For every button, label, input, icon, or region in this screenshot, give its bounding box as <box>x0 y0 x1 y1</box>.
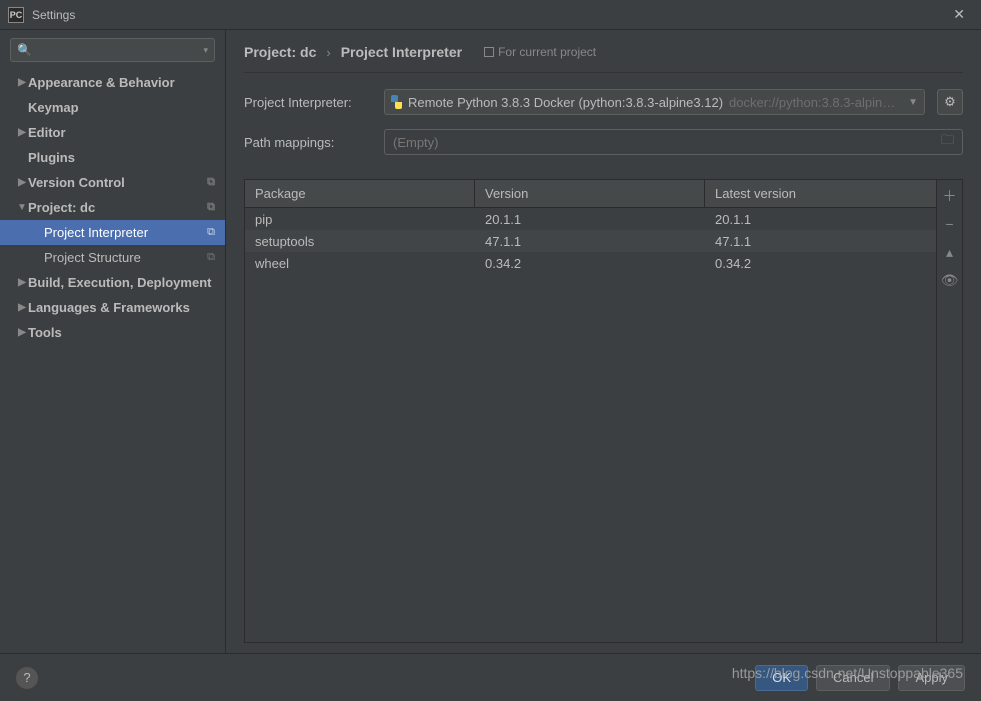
sidebar-item-label: Version Control <box>28 175 125 190</box>
table-row[interactable]: wheel0.34.20.34.2 <box>245 252 936 274</box>
sidebar-item-vcs[interactable]: ▶ Version Control ⧉ <box>0 170 225 195</box>
chevron-down-icon: ▾ <box>203 45 208 56</box>
interpreter-settings-button[interactable]: ⚙ <box>937 89 963 115</box>
titlebar: PC Settings ✕ <box>0 0 981 30</box>
col-version[interactable]: Version <box>475 180 705 207</box>
cell-version: 47.1.1 <box>475 232 705 251</box>
copy-icon: ⧉ <box>207 226 215 239</box>
breadcrumb-sep: › <box>326 45 330 60</box>
sidebar-item-tools[interactable]: ▶ Tools <box>0 320 225 345</box>
show-early-releases-button[interactable]: 👁 <box>940 270 960 290</box>
sidebar-item-appearance[interactable]: ▶ Appearance & Behavior <box>0 70 225 95</box>
settings-sidebar: 🔍 ▾ ▶ Appearance & Behavior Keymap ▶ Edi… <box>0 30 226 653</box>
search-icon: 🔍 <box>17 43 32 57</box>
table-header: Package Version Latest version <box>245 180 936 208</box>
caret-down-icon: ▼ <box>16 202 28 213</box>
cell-package: wheel <box>245 254 475 273</box>
breadcrumb-parent[interactable]: Project: dc <box>244 44 316 60</box>
interpreter-select[interactable]: Remote Python 3.8.3 Docker (python:3.8.3… <box>384 89 925 115</box>
caret-right-icon: ▶ <box>16 127 28 138</box>
sidebar-item-editor[interactable]: ▶ Editor <box>0 120 225 145</box>
search-input-wrap[interactable]: 🔍 ▾ <box>10 38 215 62</box>
cell-version: 0.34.2 <box>475 254 705 273</box>
caret-right-icon: ▶ <box>16 277 28 288</box>
sidebar-item-label: Build, Execution, Deployment <box>28 275 211 290</box>
sidebar-item-plugins[interactable]: Plugins <box>0 145 225 170</box>
add-package-button[interactable]: ＋ <box>940 186 960 206</box>
close-icon[interactable]: ✕ <box>945 2 973 27</box>
path-mappings-input[interactable]: (Empty) 🗀 <box>384 129 963 155</box>
packages-table: Package Version Latest version pip20.1.1… <box>244 179 963 643</box>
cell-latest: 47.1.1 <box>705 232 936 251</box>
copy-icon: ⧉ <box>207 201 215 214</box>
sidebar-item-label: Project: dc <box>28 200 95 215</box>
python-icon <box>391 95 402 109</box>
packages-toolbar: ＋ − ▴ 👁 <box>936 180 962 642</box>
main-panel: Project: dc › Project Interpreter For cu… <box>226 30 981 653</box>
sidebar-item-label: Languages & Frameworks <box>28 300 190 315</box>
upgrade-package-button[interactable]: ▴ <box>940 242 960 262</box>
sidebar-item-keymap[interactable]: Keymap <box>0 95 225 120</box>
sidebar-item-label: Editor <box>28 125 66 140</box>
col-package[interactable]: Package <box>245 180 475 207</box>
app-logo-icon: PC <box>8 7 24 23</box>
sidebar-item-label: Project Interpreter <box>44 225 148 240</box>
sidebar-item-label: Tools <box>28 325 62 340</box>
path-mappings-value: (Empty) <box>393 135 439 150</box>
sidebar-item-project-structure[interactable]: Project Structure ⧉ <box>0 245 225 270</box>
interpreter-value: Remote Python 3.8.3 Docker (python:3.8.3… <box>408 95 723 110</box>
eye-icon: 👁 <box>941 272 959 289</box>
col-latest[interactable]: Latest version <box>705 180 936 207</box>
path-mappings-label: Path mappings: <box>244 135 372 150</box>
scope-badge: For current project <box>484 45 596 59</box>
cancel-button[interactable]: Cancel <box>816 665 890 691</box>
sidebar-item-label: Project Structure <box>44 250 141 265</box>
sidebar-item-label: Plugins <box>28 150 75 165</box>
table-row[interactable]: setuptools47.1.147.1.1 <box>245 230 936 252</box>
interpreter-path: docker://python:3.8.3-alpine3.12/pytho <box>729 95 902 110</box>
scope-label: For current project <box>498 45 596 59</box>
cell-latest: 20.1.1 <box>705 210 936 229</box>
caret-right-icon: ▶ <box>16 302 28 313</box>
sidebar-item-label: Keymap <box>28 100 79 115</box>
copy-icon: ⧉ <box>207 251 215 264</box>
plus-icon: ＋ <box>943 186 957 206</box>
help-button[interactable]: ? <box>16 667 38 689</box>
interpreter-label: Project Interpreter: <box>244 95 372 110</box>
triangle-up-icon: ▴ <box>946 244 953 261</box>
cell-package: setuptools <box>245 232 475 251</box>
gear-icon: ⚙ <box>944 94 956 110</box>
apply-button[interactable]: Apply <box>898 665 965 691</box>
cell-latest: 0.34.2 <box>705 254 936 273</box>
sidebar-item-languages[interactable]: ▶ Languages & Frameworks <box>0 295 225 320</box>
scope-icon <box>484 47 494 57</box>
remove-package-button[interactable]: − <box>940 214 960 234</box>
cell-version: 20.1.1 <box>475 210 705 229</box>
search-input[interactable] <box>36 43 200 57</box>
sidebar-item-project[interactable]: ▼ Project: dc ⧉ <box>0 195 225 220</box>
caret-right-icon: ▶ <box>16 77 28 88</box>
sidebar-item-label: Appearance & Behavior <box>28 75 175 90</box>
question-icon: ? <box>23 670 30 685</box>
folder-icon[interactable]: 🗀 <box>941 131 954 153</box>
sidebar-item-project-interpreter[interactable]: Project Interpreter ⧉ <box>0 220 225 245</box>
copy-icon: ⧉ <box>207 176 215 189</box>
chevron-down-icon: ▼ <box>908 97 918 108</box>
cell-package: pip <box>245 210 475 229</box>
dialog-footer: ? OK Cancel Apply <box>0 653 981 701</box>
caret-right-icon: ▶ <box>16 327 28 338</box>
sidebar-item-build[interactable]: ▶ Build, Execution, Deployment <box>0 270 225 295</box>
table-row[interactable]: pip20.1.120.1.1 <box>245 208 936 230</box>
window-title: Settings <box>32 8 75 22</box>
caret-right-icon: ▶ <box>16 177 28 188</box>
breadcrumb-current: Project Interpreter <box>341 44 462 60</box>
minus-icon: − <box>945 216 953 232</box>
ok-button[interactable]: OK <box>755 665 808 691</box>
breadcrumb: Project: dc › Project Interpreter For cu… <box>244 44 963 73</box>
